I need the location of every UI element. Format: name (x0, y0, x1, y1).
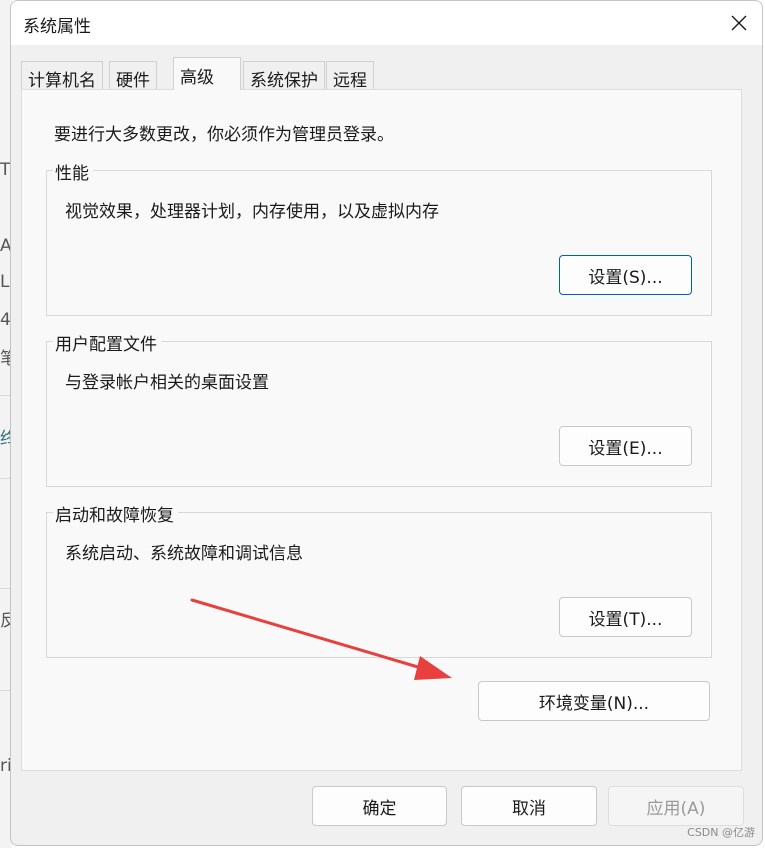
advanced-tab-panel: 要进行大多数更改，你必须作为管理员登录。 性能 视觉效果，处理器计划，内存使用，… (21, 89, 742, 771)
tab-remote[interactable]: 远程 (326, 61, 374, 91)
tab-label: 高级 (180, 68, 214, 88)
cancel-button[interactable]: 取消 (461, 786, 597, 826)
performance-group: 性能 视觉效果，处理器计划，内存使用，以及虚拟内存 设置(S)... (46, 159, 712, 316)
background-text: T (0, 160, 11, 180)
user-profiles-title: 用户配置文件 (53, 330, 161, 355)
tab-hardware[interactable]: 硬件 (109, 61, 157, 91)
title-bar[interactable]: 系统属性 (11, 1, 762, 45)
system-properties-dialog: 系统属性 计算机名 硬件 高级 系统保护 远程 要进行大多数更改，你必须作为管理… (10, 0, 763, 846)
environment-variables-button[interactable]: 环境变量(N)... (478, 681, 710, 721)
performance-settings-button[interactable]: 设置(S)... (559, 255, 692, 295)
user-profiles-settings-button[interactable]: 设置(E)... (559, 426, 692, 466)
user-profiles-description: 与登录帐户相关的桌面设置 (65, 373, 269, 393)
admin-note: 要进行大多数更改，你必须作为管理员登录。 (54, 125, 394, 145)
startup-recovery-description: 系统启动、系统故障和调试信息 (65, 544, 303, 564)
tab-label: 计算机名 (28, 71, 96, 91)
background-text: L (0, 272, 10, 292)
performance-description: 视觉效果，处理器计划，内存使用，以及虚拟内存 (65, 202, 439, 222)
dialog-title: 系统属性 (23, 17, 91, 37)
tab-label: 远程 (333, 71, 367, 91)
close-button[interactable] (716, 1, 762, 45)
tab-label: 系统保护 (250, 71, 318, 91)
performance-title: 性能 (53, 159, 93, 184)
startup-recovery-settings-button[interactable]: 设置(T)... (559, 597, 692, 637)
tab-system-protection[interactable]: 系统保护 (243, 61, 325, 91)
user-profiles-group: 用户配置文件 与登录帐户相关的桌面设置 设置(E)... (46, 330, 712, 487)
tab-label: 硬件 (116, 71, 150, 91)
tab-advanced[interactable]: 高级 (173, 57, 241, 90)
tab-computer-name[interactable]: 计算机名 (21, 61, 103, 91)
apply-button[interactable]: 应用(A) (608, 786, 744, 826)
close-icon (731, 15, 747, 31)
startup-recovery-group: 启动和故障恢复 系统启动、系统故障和调试信息 设置(T)... (46, 501, 712, 658)
ok-button[interactable]: 确定 (312, 786, 447, 826)
watermark: CSDN @亿游 (687, 826, 755, 839)
startup-recovery-title: 启动和故障恢复 (53, 501, 178, 526)
